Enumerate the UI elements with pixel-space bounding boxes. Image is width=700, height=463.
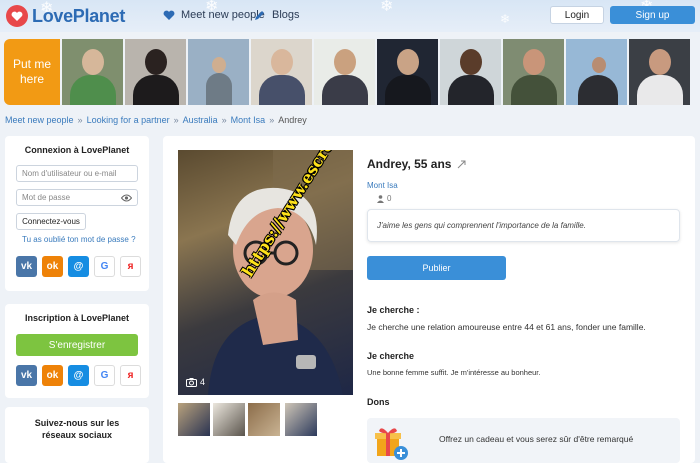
breadcrumb: Meet new people » Looking for a partner …: [5, 115, 307, 125]
nav-blogs-label: Blogs: [272, 9, 300, 21]
username-input[interactable]: Nom d'utilisateur ou e-mail: [16, 165, 138, 182]
login-button[interactable]: Login: [550, 6, 604, 24]
password-input[interactable]: Mot de passe: [16, 189, 138, 206]
snowflake-icon: ❄: [380, 0, 394, 15]
odnoklassniki-icon[interactable]: ok: [42, 365, 63, 386]
eye-icon[interactable]: [121, 194, 132, 202]
register-card: Inscription à LovePlanet S'enregistrer v…: [5, 304, 149, 398]
profile-city-link[interactable]: Mont Isa: [367, 181, 398, 190]
photo-thumbnail[interactable]: [178, 403, 210, 436]
breadcrumb-link[interactable]: Meet new people: [5, 115, 74, 125]
logo-heart-icon: [6, 5, 28, 27]
profile-photo-figure: [208, 150, 353, 395]
member-thumbnail[interactable]: [125, 39, 186, 105]
member-thumbnail[interactable]: [314, 39, 375, 105]
odnoklassniki-icon[interactable]: ok: [42, 256, 63, 277]
seeking2-heading: Je cherche: [367, 351, 415, 361]
vk-icon[interactable]: vk: [16, 365, 37, 386]
seeking-text: Je cherche une relation amoureuse entre …: [367, 322, 646, 332]
publish-button[interactable]: Publier: [367, 256, 506, 280]
pencil-icon: [255, 11, 264, 20]
brand-name: LovePlanet: [32, 5, 126, 26]
photo-thumbnail[interactable]: [213, 403, 245, 436]
heart-icon: [163, 10, 175, 20]
breadcrumb-link[interactable]: Looking for a partner: [87, 115, 170, 125]
signup-button[interactable]: Sign up: [610, 6, 695, 24]
gift-icon: [375, 428, 408, 460]
nav-blogs[interactable]: Blogs: [254, 9, 300, 21]
connect-button[interactable]: Connectez-vous: [16, 213, 86, 230]
member-thumbnail[interactable]: [251, 39, 312, 105]
register-card-title: Inscription à LovePlanet: [24, 313, 130, 323]
mailru-icon[interactable]: @: [68, 256, 89, 277]
breadcrumb-link[interactable]: Australia: [183, 115, 218, 125]
google-icon[interactable]: G: [94, 365, 115, 386]
login-card-title: Connexion à LovePlanet: [24, 145, 130, 155]
mailru-icon[interactable]: @: [68, 365, 89, 386]
forgot-password-link[interactable]: Tu as oublié ton mot de passe ?: [22, 235, 136, 244]
offer-gift-banner[interactable]: Offrez un cadeau et vous serez sûr d'êtr…: [367, 418, 680, 463]
member-thumbnail[interactable]: [62, 39, 123, 105]
nav-meet-new-people[interactable]: Meet new people: [163, 9, 265, 21]
member-thumbnail[interactable]: [503, 39, 564, 105]
featured-members-strip: Put me here: [4, 39, 690, 105]
photo-thumbnail[interactable]: [248, 403, 280, 436]
profile-name-age: Andrey, 55 ans: [367, 157, 466, 171]
follow-us-title: Suivez-nous sur les réseaux sociaux: [34, 418, 120, 440]
breadcrumb-current: Andrey: [278, 115, 307, 125]
seeking-heading: Je cherche :: [367, 305, 420, 315]
login-social-buttons: vk ok @ G я: [16, 256, 141, 277]
photo-thumbnail[interactable]: [285, 403, 317, 436]
yandex-icon[interactable]: я: [120, 365, 141, 386]
top-header: ❄ ❄ ❄ ❄ ❄ LovePlanet Meet new people Blo…: [0, 0, 700, 32]
photo-count: 4: [186, 377, 205, 387]
member-thumbnail[interactable]: [629, 39, 690, 105]
profile-main-photo[interactable]: https://www.escrocs-du-web.fr 4: [178, 150, 353, 395]
member-thumbnail[interactable]: [188, 39, 249, 105]
google-icon[interactable]: G: [94, 256, 115, 277]
brand-logo[interactable]: LovePlanet: [6, 5, 125, 27]
profile-views: 0: [377, 194, 391, 203]
put-me-here-button[interactable]: Put me here: [4, 39, 60, 105]
breadcrumb-link[interactable]: Mont Isa: [231, 115, 266, 125]
member-thumbnail[interactable]: [566, 39, 627, 105]
snowflake-icon: ❄: [500, 12, 511, 26]
person-icon: [377, 194, 384, 203]
register-button[interactable]: S'enregistrer: [16, 334, 138, 356]
profile-status-quote: J'aime les gens qui comprennent l'import…: [367, 209, 680, 242]
camera-icon: [186, 377, 197, 387]
register-social-buttons: vk ok @ G я: [16, 365, 141, 386]
seeking2-text: Une bonne femme suffit. Je m'intéresse a…: [367, 368, 541, 377]
offer-gift-text: Offrez un cadeau et vous serez sûr d'êtr…: [439, 434, 634, 444]
follow-us-card: Suivez-nous sur les réseaux sociaux: [5, 407, 149, 463]
member-thumbnail[interactable]: [377, 39, 438, 105]
vk-icon[interactable]: vk: [16, 256, 37, 277]
member-thumbnail[interactable]: [440, 39, 501, 105]
gifts-heading: Dons: [367, 397, 390, 407]
external-link-icon[interactable]: [457, 160, 466, 169]
yandex-icon[interactable]: я: [120, 256, 141, 277]
login-card: Connexion à LovePlanet Nom d'utilisateur…: [5, 136, 149, 291]
nav-meet-label: Meet new people: [181, 9, 265, 21]
